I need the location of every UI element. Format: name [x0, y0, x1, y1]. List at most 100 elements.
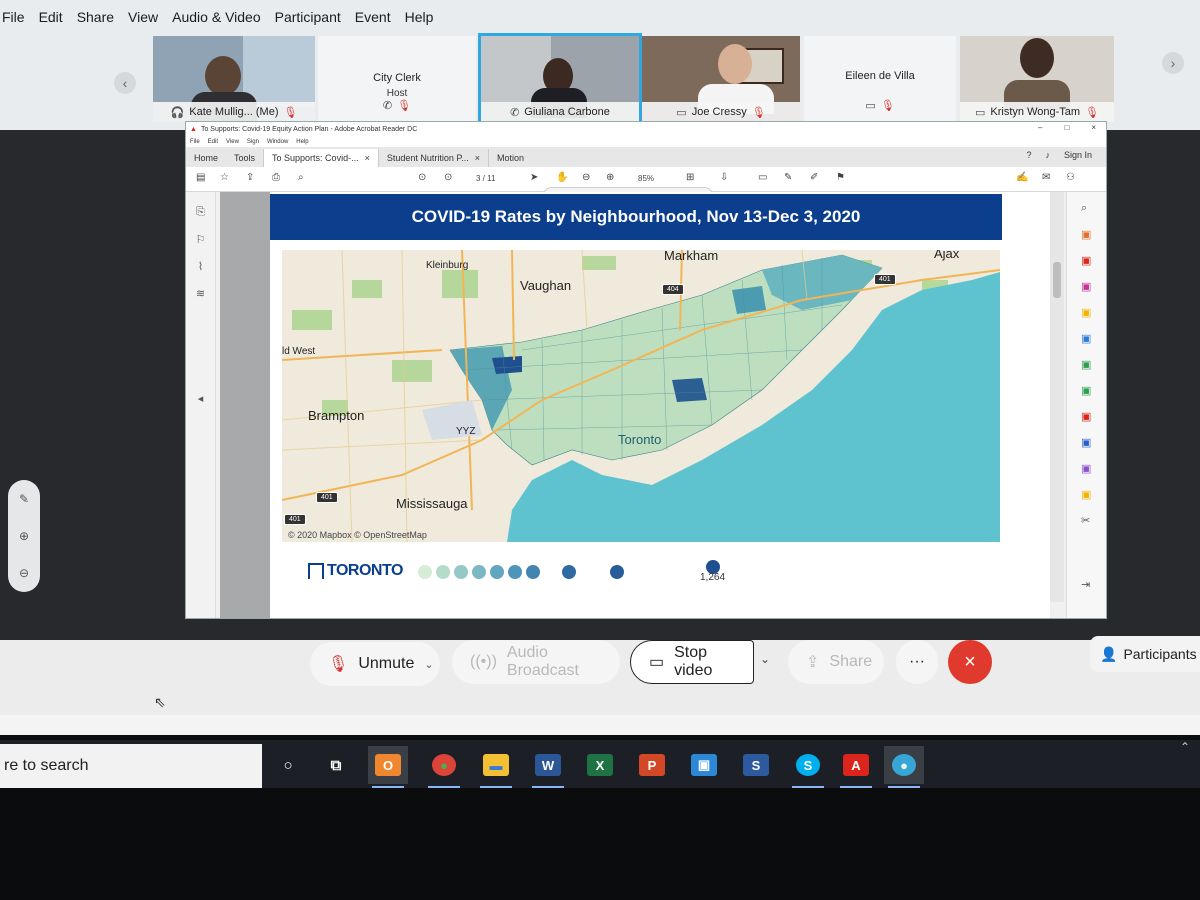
taskbar-search-box[interactable]: re to search — [0, 744, 262, 788]
unmute-button[interactable]: 🎙 Unmute ⌄ — [310, 642, 440, 686]
menu-view[interactable]: View — [128, 9, 158, 25]
bell-icon[interactable]: ♪ — [1045, 150, 1050, 160]
comment-icon[interactable]: ▭ — [758, 172, 767, 183]
zoom-level[interactable]: 85% — [638, 174, 654, 183]
participant-tile-active[interactable]: ✆ Giuliana Carbone — [478, 33, 642, 125]
collapse-tools-icon[interactable]: ⇥ — [1081, 578, 1090, 591]
close-button[interactable]: × — [1091, 123, 1096, 132]
zoom-out-tool-icon[interactable]: ⊖ — [582, 172, 590, 183]
task-view-icon[interactable]: ⧉ — [316, 746, 356, 784]
close-tab-icon[interactable]: × — [365, 153, 370, 163]
ac-menu-edit[interactable]: Edit — [208, 139, 218, 145]
ac-menu-help[interactable]: Help — [296, 139, 308, 145]
file-explorer-icon[interactable]: ▬ — [476, 746, 516, 788]
contacts-icon[interactable]: ▣ — [684, 746, 724, 784]
more-options-button[interactable]: ··· — [896, 640, 938, 684]
page-indicator[interactable]: 3 / 11 — [476, 174, 495, 183]
save-icon[interactable]: ▤ — [196, 172, 205, 183]
ac-menu-sign[interactable]: Sign — [247, 139, 259, 145]
stamp-icon[interactable]: ⚑ — [836, 172, 845, 183]
powerpoint-icon[interactable]: P — [632, 746, 672, 784]
participant-tile[interactable]: ▭ Joe Cressy 🎙 — [642, 36, 800, 122]
highlight-pen-icon[interactable]: ✎ — [784, 172, 792, 183]
cortana-icon[interactable]: ○ — [268, 746, 308, 784]
create-pdf-icon[interactable]: ▣ — [1081, 254, 1091, 267]
organize-pages-icon[interactable]: ▣ — [1081, 358, 1091, 371]
excel-icon[interactable]: X — [580, 746, 620, 784]
page-down-icon[interactable]: ⊙ — [444, 172, 452, 183]
sign-in-link[interactable]: Sign In — [1064, 150, 1092, 160]
maximize-button[interactable]: □ — [1064, 123, 1069, 132]
skype-icon[interactable]: S — [788, 746, 828, 788]
help-icon[interactable]: ? — [1026, 150, 1031, 160]
minimize-button[interactable]: – — [1038, 123, 1042, 132]
attachments-icon[interactable]: ⌇ — [198, 260, 203, 273]
zoom-out-icon[interactable]: ⊖ — [19, 566, 29, 580]
ac-menu-file[interactable]: File — [190, 139, 200, 145]
tab-document-motion[interactable]: Motion — [488, 149, 532, 167]
chevron-down-icon[interactable]: ⌄ — [424, 658, 433, 671]
menu-edit[interactable]: Edit — [39, 9, 63, 25]
search-tool-icon[interactable]: ⌕ — [1081, 202, 1087, 215]
close-tab-icon[interactable]: × — [475, 153, 480, 163]
redact-icon[interactable]: ▣ — [1081, 410, 1091, 423]
tab-home[interactable]: Home — [186, 149, 226, 167]
video-options-chevron-icon[interactable]: ⌄ — [760, 652, 770, 666]
upload-icon[interactable]: ⇪ — [246, 172, 254, 183]
print-icon[interactable]: ⎙ — [272, 172, 280, 183]
hand-tool-icon[interactable]: ✋ — [556, 172, 568, 183]
tab-document-nutrition[interactable]: Student Nutrition P... × — [377, 149, 488, 167]
fill-and-sign-icon[interactable]: ▣ — [1081, 462, 1091, 475]
draw-icon[interactable]: ✐ — [810, 172, 818, 183]
select-cursor-icon[interactable]: ➤ — [530, 172, 538, 183]
edit-pdf-icon[interactable]: ▣ — [1081, 280, 1091, 293]
participants-button[interactable]: 👤 Participants — [1090, 636, 1200, 672]
fill-sign-icon[interactable]: ✍ — [1016, 172, 1028, 183]
stop-video-button[interactable]: ▭ Stop video — [630, 640, 754, 684]
word-icon[interactable]: W — [528, 746, 568, 788]
bookmark-star-icon[interactable]: ☆ — [220, 172, 229, 183]
export-pdf-icon[interactable]: ▣ — [1081, 228, 1091, 241]
bookmarks-icon[interactable]: ⚐ — [196, 233, 206, 246]
acrobat-icon[interactable]: A — [836, 746, 876, 788]
protect-icon[interactable]: ▣ — [1081, 436, 1091, 449]
more-tools-icon[interactable]: ✂ — [1081, 514, 1090, 527]
share-users-icon[interactable]: ⚇ — [1066, 172, 1075, 183]
combine-files-icon[interactable]: ▣ — [1081, 332, 1091, 345]
audio-broadcast-button[interactable]: ((•)) Audio Broadcast — [452, 640, 620, 684]
tab-tools[interactable]: Tools — [226, 149, 263, 167]
layers-icon[interactable]: ≋ — [196, 287, 205, 300]
pages-icon[interactable]: ⎘ — [196, 206, 205, 219]
scrollbar-thumb[interactable] — [1053, 262, 1061, 298]
end-meeting-button[interactable]: × — [948, 640, 992, 684]
menu-file[interactable]: File — [2, 9, 25, 25]
annotate-icon[interactable]: ✎ — [19, 492, 29, 506]
ac-menu-view[interactable]: View — [226, 139, 239, 145]
outlook-icon[interactable]: O — [368, 746, 408, 788]
menu-audio-video[interactable]: Audio & Video — [172, 9, 260, 25]
participant-tile[interactable]: Eileen de Villa ▭ 🎙 — [804, 36, 956, 122]
collapse-panel-icon[interactable]: ◂ — [198, 392, 204, 405]
participant-tile[interactable]: City Clerk Host ✆ 🎙 — [318, 36, 476, 122]
participant-tile[interactable]: ▭ Kristyn Wong-Tam 🎙 — [960, 36, 1114, 122]
zoom-in-tool-icon[interactable]: ⊕ — [606, 172, 614, 183]
scroll-mode-icon[interactable]: ⇩ — [720, 172, 728, 183]
fit-page-icon[interactable]: ⊞ — [686, 172, 694, 183]
participant-tile[interactable]: 🎧 Kate Mullig... (Me) 🎙 — [153, 36, 315, 122]
webex-icon[interactable]: ● — [884, 746, 924, 788]
strip-next-arrow-icon[interactable]: › — [1162, 52, 1184, 74]
search-icon[interactable]: ⌕ — [298, 172, 304, 183]
strip-prev-arrow-icon[interactable]: ‹ — [114, 72, 136, 94]
menu-event[interactable]: Event — [355, 9, 391, 25]
ac-menu-window[interactable]: Window — [267, 139, 288, 145]
menu-share[interactable]: Share — [77, 9, 114, 25]
menu-participant[interactable]: Participant — [275, 9, 341, 25]
share-button[interactable]: ⇪ Share — [788, 640, 884, 684]
page-up-icon[interactable]: ⊙ — [418, 172, 426, 183]
zoom-in-icon[interactable]: ⊕ — [19, 529, 29, 543]
compress-pdf-icon[interactable]: ▣ — [1081, 384, 1091, 397]
document-scrollbar[interactable] — [1050, 192, 1064, 602]
system-tray-chevron-icon[interactable]: ⌃ — [1180, 740, 1190, 754]
send-for-comments-icon[interactable]: ▣ — [1081, 488, 1091, 501]
menu-help[interactable]: Help — [405, 9, 434, 25]
